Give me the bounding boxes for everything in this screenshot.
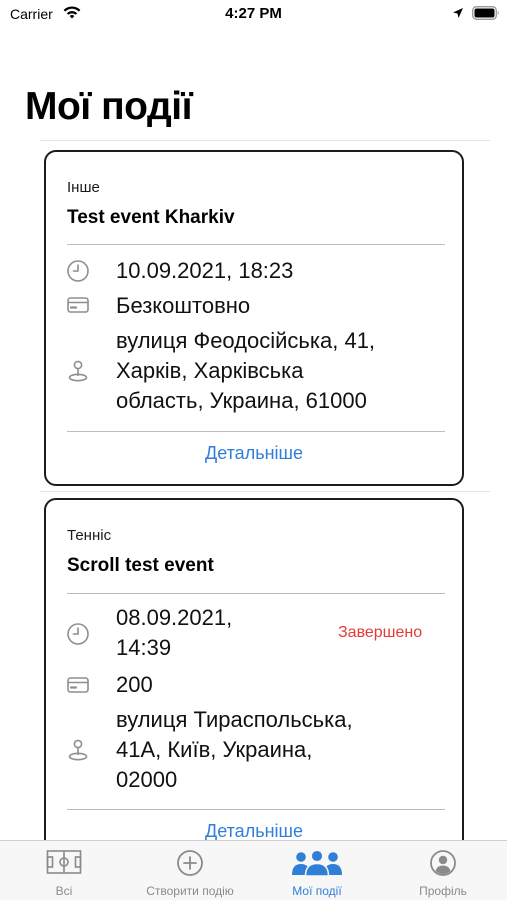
tab-all[interactable]: Всі [1, 841, 127, 900]
event-datetime-line: 14:39 [116, 635, 172, 660]
address-line: вулиця Феодосійська, 41, [116, 328, 376, 353]
card-divider [67, 809, 445, 810]
clock-icon [67, 623, 89, 645]
battery-icon [472, 6, 499, 20]
event-datetime-line: 10.09.2021, 18:23 [116, 258, 294, 283]
tab-profile[interactable]: Профіль [380, 841, 506, 900]
event-category: Тенніс [67, 527, 112, 544]
address-line: область, Украина, 61000 [116, 388, 367, 413]
status-time: 4:27 PM [225, 5, 282, 22]
tab-label: Створити подію [146, 884, 234, 898]
card-payment-icon [67, 297, 89, 313]
event-datetime: 08.09.2021, 14:39 [116, 603, 232, 663]
tab-my-events[interactable]: Мої події [254, 841, 380, 900]
person-circle-icon [430, 850, 456, 876]
event-title: Scroll test event [67, 555, 214, 576]
card-divider [67, 244, 445, 245]
event-price: Безкоштовно [116, 293, 251, 318]
address-line: вулиця Тираспольська, [116, 707, 353, 732]
plus-circle-icon [177, 850, 203, 876]
event-address: вулиця Феодосійська, 41, Харків, Харківс… [116, 326, 375, 416]
clock-icon [67, 260, 89, 282]
details-button[interactable]: Детальніше [46, 821, 462, 842]
card-payment-icon [67, 677, 89, 693]
event-category: Інше [67, 179, 100, 196]
location-pin-icon [68, 739, 88, 761]
tab-label: Профіль [419, 884, 467, 898]
event-status-badge: Завершено [338, 624, 423, 641]
location-pin-icon [68, 360, 88, 382]
status-bar: Carrier 4:27 PM [0, 0, 507, 28]
details-button[interactable]: Детальніше [46, 443, 462, 464]
event-title: Test event Kharkiv [67, 207, 235, 228]
card-divider [67, 593, 445, 594]
tab-bar: Всі Створити подію Мої події Профіль [0, 840, 507, 900]
field-icon [46, 850, 82, 874]
address-line: 41А, Київ, Украина, [116, 737, 313, 762]
tab-label: Мої події [292, 884, 342, 898]
address-line: 02000 [116, 767, 178, 792]
tab-label: Всі [55, 884, 73, 898]
address-line: Харків, Харківська [116, 358, 304, 383]
event-datetime: 10.09.2021, 18:23 [116, 256, 293, 286]
event-card[interactable]: Інше Test event Kharkiv 10.09.2021, 18:2… [44, 150, 464, 486]
event-address: вулиця Тираспольська, 41А, Київ, Украина… [116, 705, 353, 795]
event-price: 200 [116, 672, 153, 697]
page-title: Мої події [25, 85, 193, 128]
location-arrow-icon [453, 8, 463, 18]
event-datetime-line: 08.09.2021, [116, 605, 233, 630]
list-divider [40, 491, 490, 492]
title-divider [40, 140, 490, 141]
people-icon [292, 849, 342, 877]
tab-create-event[interactable]: Створити подію [127, 841, 253, 900]
card-divider [67, 431, 445, 432]
